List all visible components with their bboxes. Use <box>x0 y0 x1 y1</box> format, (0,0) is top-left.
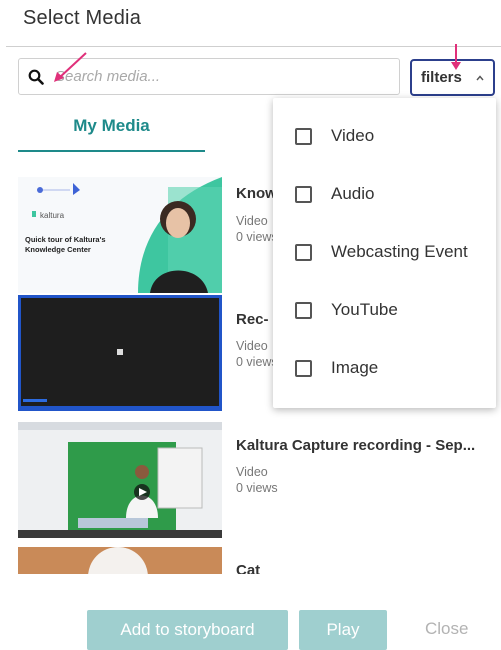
media-thumbnail[interactable] <box>18 295 222 411</box>
filter-option-youtube[interactable]: YouTube <box>273 292 496 332</box>
annotation-arrow-search <box>54 52 87 82</box>
media-thumbnail[interactable] <box>18 422 222 538</box>
dialog-title: Select Media <box>23 7 142 29</box>
filter-option-label: Audio <box>331 184 375 203</box>
media-title[interactable]: Know <box>236 185 277 202</box>
filter-option-video[interactable]: Video <box>273 118 496 158</box>
checkbox[interactable] <box>295 244 312 261</box>
filter-option-label: YouTube <box>331 300 398 319</box>
thumbnail-caption: Quick tour of Kaltura's Knowledge Center <box>25 235 106 254</box>
media-thumbnail[interactable]: kaltura Quick tour of Kaltura's Knowledg… <box>18 177 222 293</box>
filter-option-label: Webcasting Event <box>331 242 468 261</box>
filters-dropdown: Video Audio Webcasting Event YouTube Ima… <box>273 98 496 408</box>
annotation-arrow-filters <box>451 44 461 70</box>
thumbnail-image <box>88 547 148 574</box>
media-title[interactable]: Rec- ( <box>236 311 278 328</box>
thumbnail-logo: kaltura <box>40 211 65 220</box>
media-type: Video <box>236 214 268 228</box>
media-type: Video <box>236 339 268 353</box>
checkbox[interactable] <box>295 302 312 319</box>
media-thumbnail[interactable] <box>18 547 222 574</box>
play-button[interactable]: Play <box>299 610 387 650</box>
thumbnail-image <box>18 422 222 538</box>
tab-my-media[interactable]: My Media <box>18 113 205 152</box>
checkbox[interactable] <box>295 360 312 377</box>
media-views: 0 views <box>236 481 278 495</box>
checkbox[interactable] <box>295 128 312 145</box>
title-divider <box>6 46 501 47</box>
checkbox[interactable] <box>295 186 312 203</box>
media-title[interactable]: Cat <box>236 562 260 574</box>
filter-option-image[interactable]: Image <box>273 350 496 390</box>
chevron-up-icon <box>476 75 484 81</box>
filter-option-audio[interactable]: Audio <box>273 176 496 216</box>
media-type: Video <box>236 465 268 479</box>
media-views: 0 views <box>236 355 278 369</box>
search-icon <box>28 69 44 85</box>
add-to-storyboard-button[interactable]: Add to storyboard <box>87 610 288 650</box>
filter-option-label: Video <box>331 126 375 145</box>
thumbnail-progress <box>23 399 47 402</box>
filter-option-webcasting-event[interactable]: Webcasting Event <box>273 234 496 274</box>
media-views: 0 views <box>236 230 278 244</box>
thumbnail-cursor <box>117 349 123 355</box>
tab-my-media-label: My Media <box>73 116 150 135</box>
media-title[interactable]: Kaltura Capture recording - Sep... <box>236 437 475 454</box>
close-button[interactable]: Close <box>425 619 468 639</box>
filter-option-label: Image <box>331 358 379 377</box>
